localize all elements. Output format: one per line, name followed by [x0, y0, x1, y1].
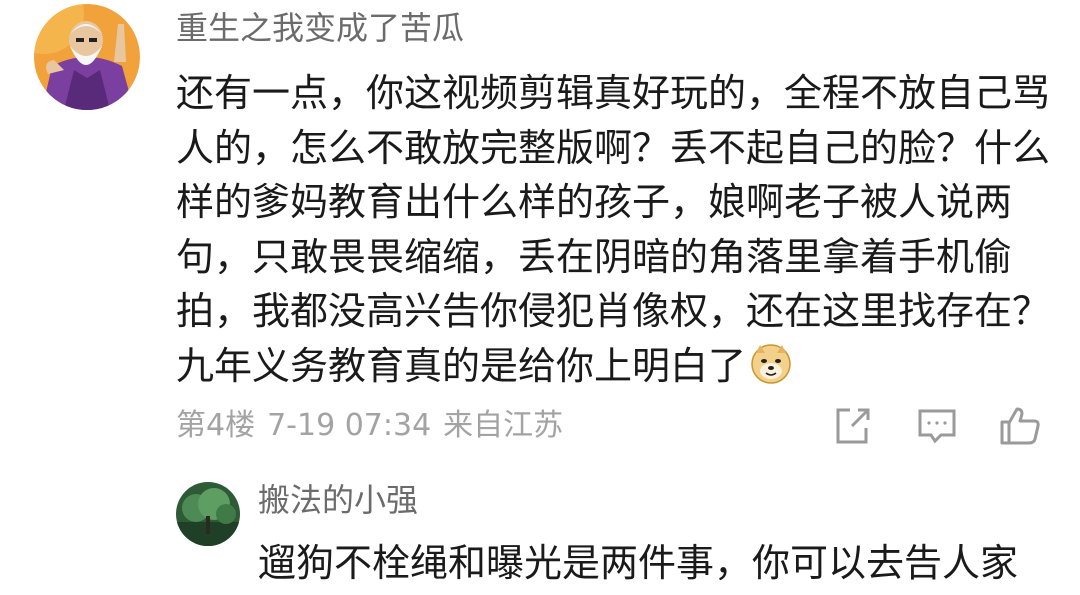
comment-username[interactable]: 重生之我变成了苦瓜	[176, 6, 464, 50]
reply-username[interactable]: 搬法的小强	[258, 478, 418, 522]
reply-avatar[interactable]	[176, 482, 240, 546]
doge-emoji-icon	[750, 343, 792, 400]
comment-text: 还有一点，你这视频剪辑真好玩的，全程不放自己骂 人的，怎么不敢放完整版啊？丢不起…	[176, 66, 1056, 399]
comment-icon[interactable]	[915, 404, 959, 448]
share-icon[interactable]	[830, 404, 874, 448]
comment-line: 句，只敢畏畏缩缩，丢在阴暗的角落里拿着手机偷	[176, 234, 1013, 279]
like-icon[interactable]	[998, 404, 1042, 448]
comment-time: 7-19 07:34	[267, 408, 432, 443]
comment-line: 拍，我都没高兴告你侵犯肖像权，还在这里找存在？	[176, 289, 1051, 333]
comment-thread: 重生之我变成了苦瓜 还有一点，你这视频剪辑真好玩的，全程不放自己骂 人的，怎么不…	[0, 0, 1080, 595]
floor-number: 第4楼	[176, 408, 256, 443]
comment-line: 人的，怎么不敢放完整版啊？丢不起自己的脸？什么	[176, 125, 1051, 170]
comment-location: 来自江苏	[443, 408, 564, 443]
comment-meta: 第4楼 7-19 07:34 来自江苏	[176, 406, 575, 446]
avatar[interactable]	[34, 4, 140, 110]
comment-line-last: 九年义务教育真的是给你上明白了	[176, 339, 1056, 400]
comment-line-text: 九年义务教育真的是给你上明白了	[176, 343, 747, 388]
reply-text: 遛狗不栓绳和曝光是两件事，你可以去告人家	[258, 541, 1019, 585]
comment-line: 样的爹妈教育出什么样的孩子，娘啊老子被人说两	[176, 180, 1013, 224]
comment-line: 还有一点，你这视频剪辑真好玩的，全程不放自己骂	[176, 71, 1051, 115]
